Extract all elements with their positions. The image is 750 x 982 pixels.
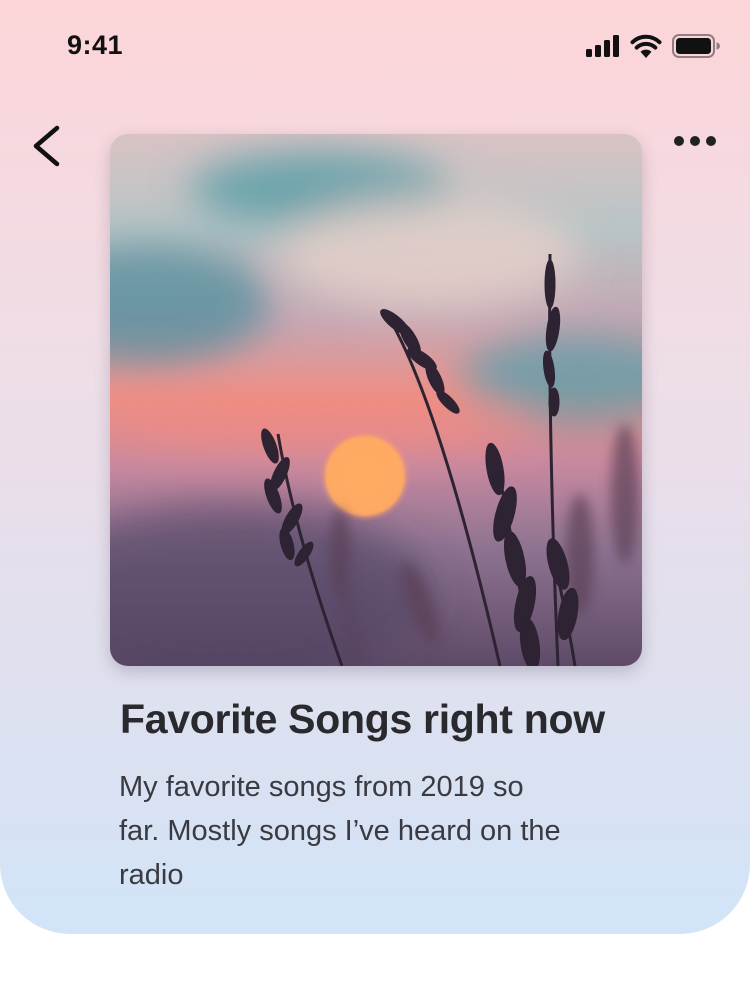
wifi-icon <box>630 34 662 58</box>
playlist-title: Favorite Songs right now <box>120 696 605 742</box>
status-time: 9:41 <box>67 30 124 60</box>
status-bar: 9:41 <box>0 0 750 90</box>
playlist-header-card: 9:41 Favorite Songs right now My favorit… <box>0 0 750 934</box>
battery-icon <box>672 34 720 58</box>
cellular-signal-icon <box>586 35 620 57</box>
playlist-cover-image <box>110 134 642 666</box>
back-button[interactable] <box>26 120 70 172</box>
more-options-button[interactable] <box>668 126 722 156</box>
playlist-description: My favorite songs from 2019 so far. Most… <box>119 771 561 891</box>
more-horizontal-icon <box>668 136 722 160</box>
status-icons <box>586 34 720 58</box>
chevron-left-icon <box>26 125 70 176</box>
